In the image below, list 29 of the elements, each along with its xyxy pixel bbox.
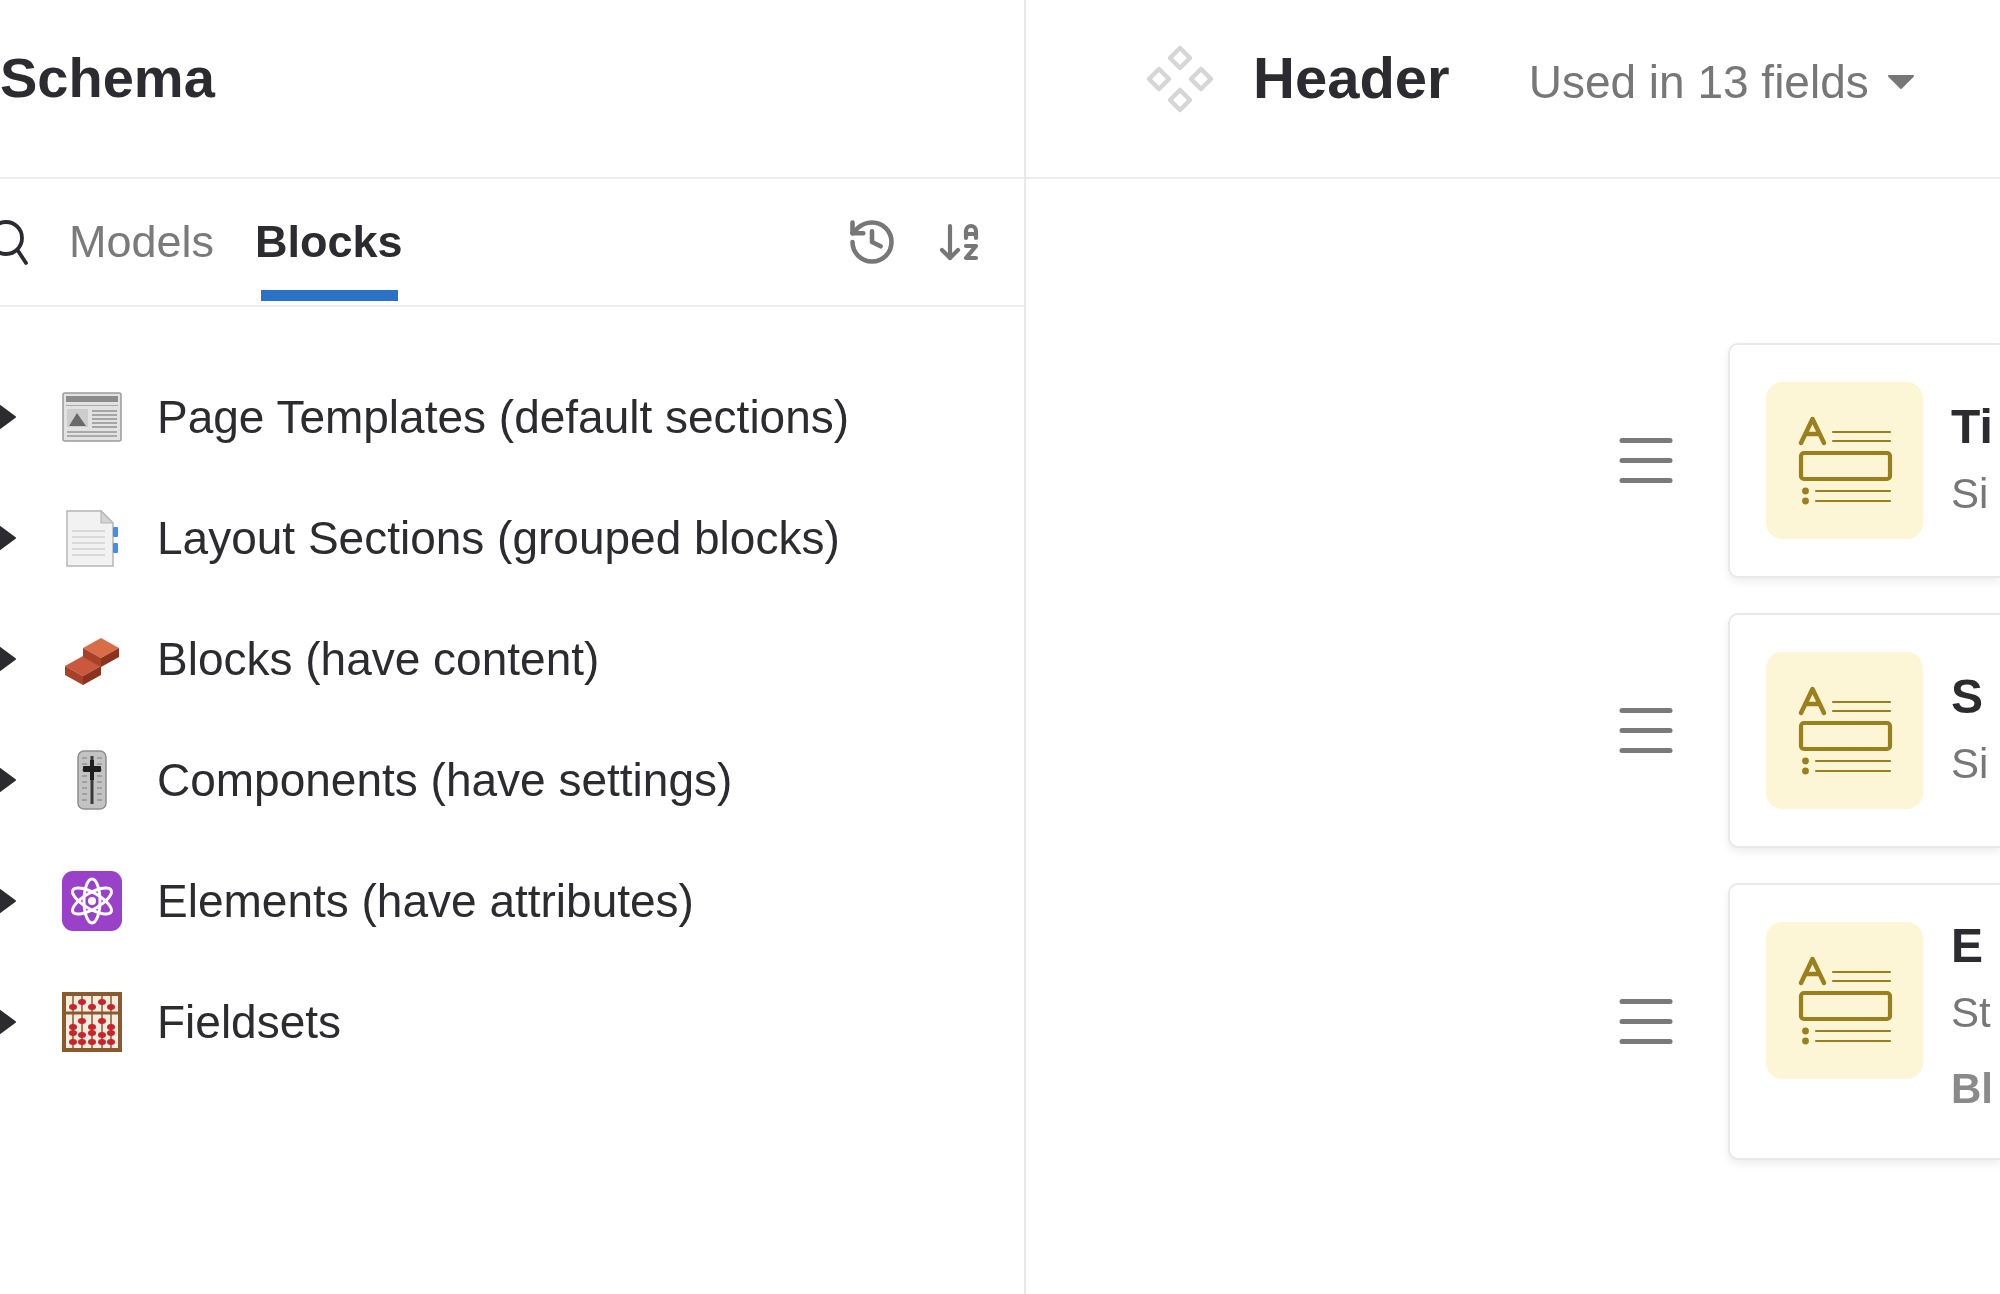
sidebar-title: Schema xyxy=(0,46,215,111)
atom-icon xyxy=(61,869,123,932)
drag-handle-icon[interactable] xyxy=(1619,438,1673,483)
tree-item-label[interactable]: Components (have settings) xyxy=(157,752,733,807)
tree-item-label[interactable]: Page Templates (default sections) xyxy=(157,389,850,444)
drag-handle-icon[interactable] xyxy=(1619,708,1673,753)
tree-item-label[interactable]: Elements (have attributes) xyxy=(157,873,694,928)
editor-title: Header xyxy=(1253,45,1450,112)
field-subtitle: Si xyxy=(1951,470,1989,518)
text-field-icon xyxy=(1766,922,1923,1079)
text-field-icon xyxy=(1766,652,1923,809)
drag-handle-icon[interactable] xyxy=(1619,999,1673,1044)
tree-item-label[interactable]: Layout Sections (grouped blocks) xyxy=(157,510,840,565)
tab[interactable]: Models xyxy=(63,179,221,305)
diamonds-icon xyxy=(1145,43,1215,114)
field-title: E xyxy=(1951,922,1983,970)
field-subtitle: Si xyxy=(1951,740,1989,788)
tree-item-label[interactable]: Fieldsets xyxy=(157,994,342,1049)
tree-item-label[interactable]: Blocks (have content) xyxy=(157,631,600,686)
abacus-icon xyxy=(61,990,123,1053)
text-field-icon xyxy=(1766,382,1923,539)
field-title: S xyxy=(1951,673,1983,721)
field-detail: Bl xyxy=(1951,1065,1993,1113)
field-title: Ti xyxy=(1951,403,1993,451)
search-icon[interactable] xyxy=(0,217,28,267)
tab[interactable]: Blocks xyxy=(249,179,409,305)
caret-icon xyxy=(1886,73,1915,90)
usage-dropdown[interactable]: Used in 13 fields xyxy=(1528,48,1915,109)
field-subtitle: St xyxy=(1951,989,1991,1037)
